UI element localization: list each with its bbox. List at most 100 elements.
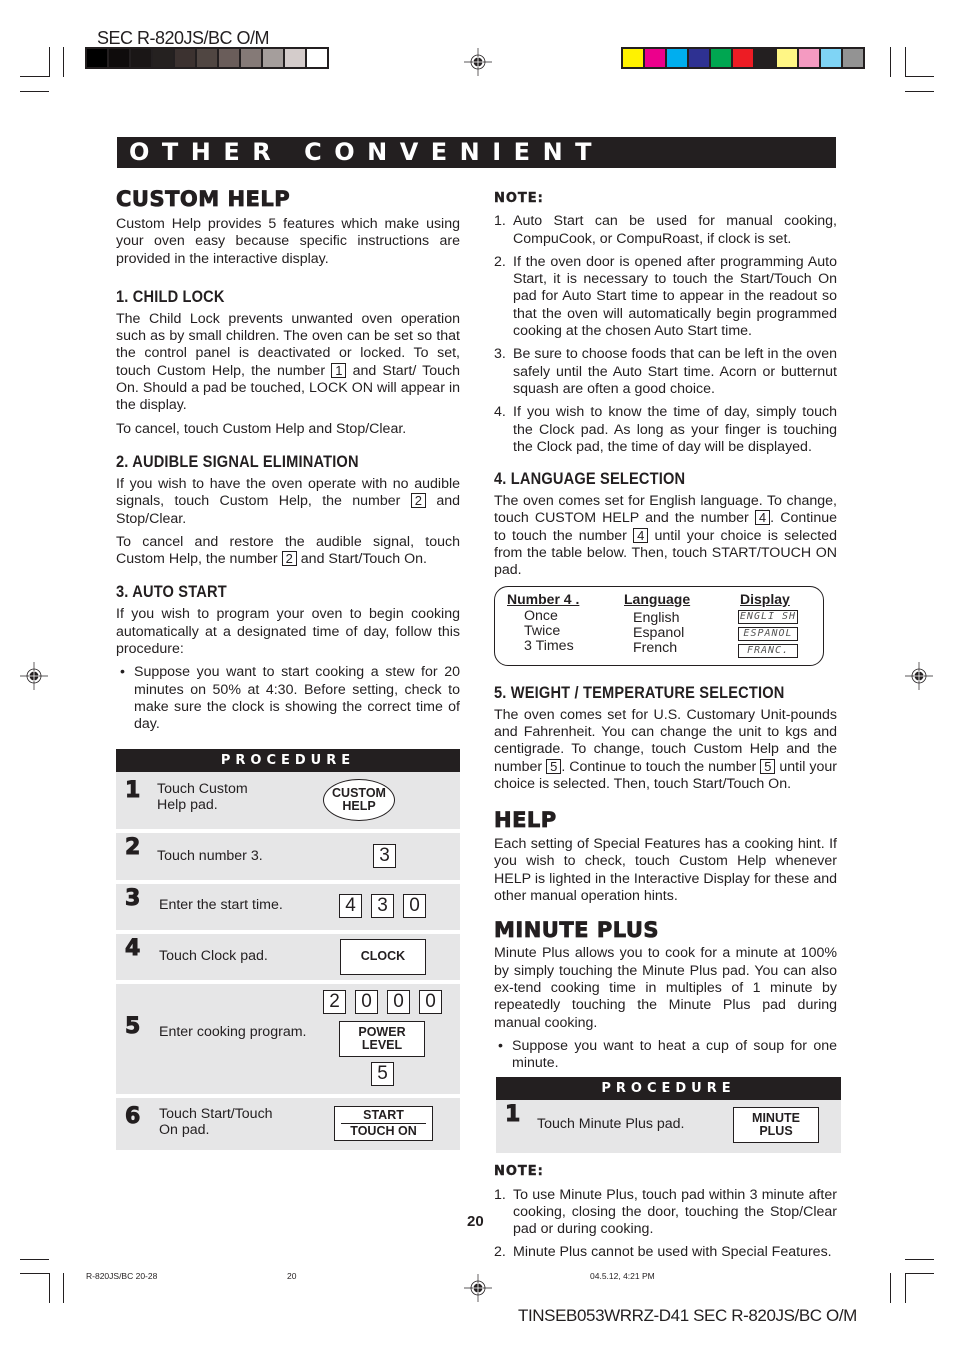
times-column: Once Twice 3 Times [524,607,574,654]
custom-help-heading: CUSTOM HELP [116,187,291,212]
registration-target-icon [464,48,492,76]
auto-start-notes: 1. Auto Start can be used for manual cook… [494,213,837,456]
help-heading: HELP [494,808,557,833]
number-0-pad-button[interactable]: 0 [387,989,410,1014]
step-number: 5 [124,1013,141,1039]
child-lock-heading: 1. CHILD LOCK [116,286,225,306]
language-column: English Espanol French [633,609,685,656]
note-item: 2. If the oven door is opened after progr… [494,253,837,340]
note-heading: NOTE: [494,191,544,206]
clock-pad-button[interactable]: CLOCK [340,938,426,975]
number-0-pad-button[interactable]: 0 [419,989,442,1014]
footer-file-code: R-820JS/BC 20-28 [86,1271,158,1281]
step-text: Touch Custom Help pad. [157,780,248,813]
number-pad-box: 4 [754,510,771,526]
number-4-pad-button[interactable]: 4 [339,893,362,918]
note-item: 2. Minute Plus cannot be used with Specia… [494,1243,832,1260]
auto-start-text: If you wish to program your oven to begi… [116,606,460,658]
procedure-header: PROCEDURE [496,1077,841,1101]
auto-start-procedure: PROCEDURE 1 Touch Custom Help pad. CUSTO… [116,748,460,1150]
color-swatch [711,49,731,67]
number-pad-box: 2 [281,551,297,567]
minute-plus-example: • Suppose you want to heat a cup of soup … [498,1037,837,1072]
color-swatch [263,49,283,67]
number-pad-box: 5 [760,758,776,774]
footer-timestamp: 04.5.12, 4:21 PM [590,1271,655,1281]
color-swatch [755,49,775,67]
color-swatch [241,49,261,67]
step-text: Touch Minute Plus pad. [537,1116,685,1133]
step-number: 1 [504,1102,521,1128]
color-swatch [623,49,643,67]
procedure-step: 5 Enter cooking program. 2 0 0 0 POWER LE… [116,983,460,1094]
procedure-step: 2 Touch number 3. 3 [116,832,460,880]
step-number: 4 [124,935,141,961]
page-title: OTHER CONVENIENT FEATURES [117,137,836,197]
color-swatch [153,49,173,67]
color-calibration-bar [621,47,865,69]
language-table: Number 4 . Language Display Once Twice 3… [494,585,824,666]
note-item: 1. Auto Start can be used for manual cook… [494,213,837,247]
number-5-pad-button[interactable]: 5 [371,1061,394,1086]
grayscale-calibration-bar [85,47,329,69]
minute-plus-text: Minute Plus allows you to cook for a min… [494,945,837,1031]
lcd-display-english: ENGLI SH [738,609,798,624]
color-swatch [307,49,327,67]
color-swatch [285,49,305,67]
minute-plus-pad-button[interactable]: MINUTE PLUS [733,1107,819,1144]
start-touch-on-pad-button[interactable]: START TOUCH ON [334,1105,433,1141]
display-column: ENGLI SH ESPANOL FRANC. [738,609,798,661]
minute-plus-notes: 1. To use Minute Plus, touch pad within 3… [494,1187,837,1261]
number-0-pad-button[interactable]: 0 [403,893,426,918]
header-code: SEC R-820JS/BC O/M [97,28,270,48]
registration-target-icon [20,662,48,690]
child-lock-text: The Child Lock prevents unwanted oven op… [116,310,460,414]
column-header-number: Number 4 . [507,590,580,607]
number-pad-box: 5 [546,758,562,774]
audible-heading: 2. AUDIBLE SIGNAL ELIMINATION [116,451,359,471]
language-text: The oven comes set for English language.… [494,493,838,579]
procedure-step: 1 Touch Minute Plus pad. MINUTE PLUS [496,1100,841,1154]
note-item: 1. To use Minute Plus, touch pad within 3… [494,1186,837,1238]
number-3-pad-button[interactable]: 3 [371,893,394,918]
color-swatch [733,49,753,67]
note-item: 4. If you wish to know the time of day, s… [494,404,837,455]
number-2-pad-button[interactable]: 2 [323,989,346,1014]
number-0-pad-button[interactable]: 0 [355,989,378,1014]
registration-target-icon [905,662,933,690]
audible-text: If you wish to have the oven operate wit… [116,475,460,527]
color-swatch [799,49,819,67]
color-swatch [109,49,129,67]
number-3-pad-button[interactable]: 3 [373,843,396,868]
step-text: Touch number 3. [157,847,263,864]
number-pad-box: 4 [633,527,649,543]
step-text: Enter cooking program. [159,1023,307,1040]
help-text: Each setting of Special Features has a c… [494,836,837,905]
color-swatch [689,49,709,67]
right-column: NOTE: 1. Auto Start can be used for manua… [494,186,841,1261]
registration-target-icon [464,1274,492,1302]
weight-heading: 5. WEIGHT / TEMPERATURE SELECTION [494,682,785,702]
procedure-step: 3 Enter the start time. 4 3 0 [116,883,460,930]
footer-page-ref: 20 [287,1271,297,1281]
minute-plus-heading: MINUTE PLUS [494,918,660,943]
language-heading: 4. LANGUAGE SELECTION [494,469,686,489]
number-pad-box: 1 [331,362,347,378]
minute-plus-procedure: PROCEDURE 1 Touch Minute Plus pad. MINUT… [496,1077,841,1154]
lcd-display-french: FRANC. [738,643,798,658]
step-text: Enter the start time. [159,896,283,913]
color-swatch [777,49,797,67]
custom-help-pad-button[interactable]: CUSTOM HELP [323,778,395,821]
auto-start-heading: 3. AUTO START [116,582,227,602]
color-swatch [131,49,151,67]
procedure-header: PROCEDURE [116,748,460,772]
page-number: 20 [467,1213,484,1230]
column-header-language: Language [624,590,691,607]
procedure-step: 6 Touch Start/Touch On pad. START TOUCH O… [116,1097,460,1150]
power-level-pad-button[interactable]: POWER LEVEL [339,1020,425,1057]
color-swatch [843,49,863,67]
child-lock-cancel: To cancel, touch Custom Help and Stop/Cl… [116,420,407,437]
color-swatch [821,49,841,67]
color-swatch [175,49,195,67]
note-item: 3. Be sure to choose foods that can be le… [494,346,837,397]
